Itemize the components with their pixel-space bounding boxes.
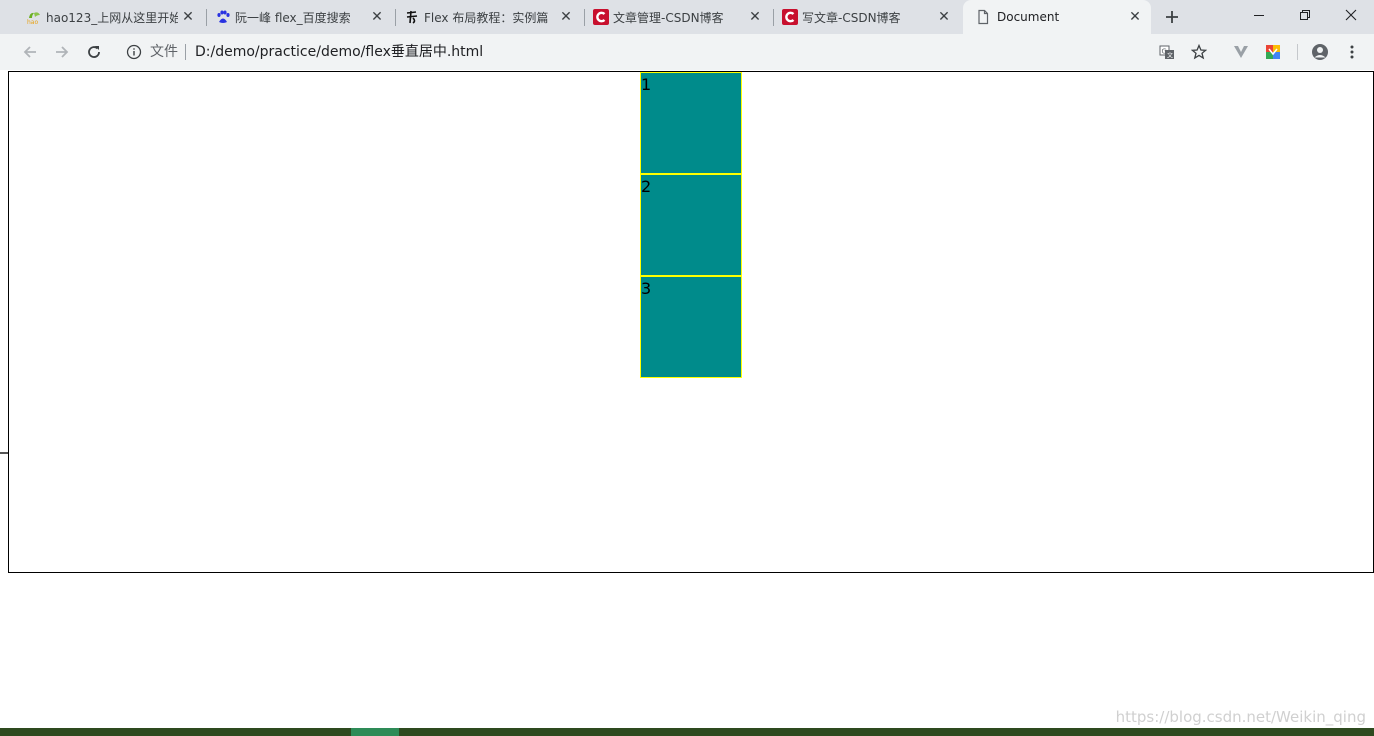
tab-strip: hao hao123_上网从这里开始 ✕ 阮一峰 flex_百度搜索 ✕ Fle (0, 0, 1374, 34)
flex-item-1: 1 (640, 72, 742, 174)
close-icon[interactable]: ✕ (936, 9, 952, 25)
close-icon[interactable]: ✕ (180, 9, 196, 25)
tab-hao123[interactable]: hao hao123_上网从这里开始 ✕ (18, 0, 204, 34)
reload-icon (88, 46, 100, 58)
csdn-icon (782, 9, 798, 25)
window-left-edge (0, 70, 8, 728)
extension-v-button[interactable] (1231, 42, 1251, 62)
close-window-button[interactable] (1328, 0, 1374, 30)
account-icon (1312, 44, 1328, 60)
address-bar[interactable]: 文件 D:/demo/practice/demo/flex垂直居中.html (114, 37, 1220, 67)
os-taskbar (0, 728, 1374, 736)
omnibox-divider (185, 44, 186, 60)
browser-toolbar: 文件 D:/demo/practice/demo/flex垂直居中.html G… (0, 34, 1374, 70)
close-icon[interactable]: ✕ (1127, 9, 1143, 25)
back-icon (23, 46, 36, 58)
flex-item-3: 3 (640, 276, 742, 378)
tab-csdn-write[interactable]: 写文章-CSDN博客 ✕ (774, 0, 960, 34)
menu-icon (1350, 45, 1354, 59)
account-button[interactable] (1310, 42, 1330, 62)
tab-document[interactable]: Document ✕ (963, 0, 1151, 34)
new-tab-button[interactable] (1159, 5, 1185, 29)
restore-button[interactable] (1282, 0, 1328, 30)
svg-text:hao: hao (27, 19, 38, 25)
extension-v-icon (1234, 46, 1248, 58)
svg-text:文: 文 (1167, 52, 1173, 60)
baidu-paw-icon (215, 9, 231, 25)
tab-label: 文章管理-CSDN博客 (613, 10, 724, 25)
flex-item-2: 2 (640, 174, 742, 276)
toolbar-divider (1297, 44, 1298, 60)
close-icon (1345, 9, 1357, 21)
taskbar-active-item[interactable] (351, 728, 399, 736)
forward-icon (56, 46, 69, 58)
extension-color-icon (1266, 45, 1280, 59)
tab-label: Document (997, 10, 1060, 24)
info-icon[interactable] (126, 44, 142, 60)
extension-color-button[interactable] (1263, 42, 1283, 62)
reload-button[interactable] (81, 39, 107, 65)
flex-container: 1 2 3 (8, 71, 1374, 573)
tab-label: 阮一峰 flex_百度搜索 (235, 10, 351, 25)
close-icon[interactable]: ✕ (369, 9, 385, 25)
plus-icon (1166, 11, 1178, 23)
page-viewport: 1 2 3 (8, 70, 1374, 728)
calligraphy-icon (404, 9, 420, 25)
document-icon (975, 9, 991, 25)
translate-icon: G 文 (1159, 45, 1174, 60)
close-icon[interactable]: ✕ (558, 9, 574, 25)
tab-label: Flex 布局教程：实例篇 (424, 10, 549, 25)
csdn-icon (593, 9, 609, 25)
star-icon (1191, 44, 1207, 60)
tab-baidu-search[interactable]: 阮一峰 flex_百度搜索 ✕ (207, 0, 393, 34)
tab-label: hao123_上网从这里开始 (46, 10, 178, 25)
security-chip-label: 文件 (150, 44, 178, 60)
translate-button[interactable]: G 文 (1157, 42, 1177, 62)
minimize-icon (1254, 15, 1264, 16)
hao123-icon: hao (26, 9, 42, 26)
restore-icon (1300, 10, 1310, 20)
edge-marker (0, 452, 8, 454)
bookmark-button[interactable] (1189, 42, 1209, 62)
back-button[interactable] (17, 39, 43, 65)
menu-button[interactable] (1342, 42, 1362, 62)
tab-csdn-article-manage[interactable]: 文章管理-CSDN博客 ✕ (585, 0, 771, 34)
close-icon[interactable]: ✕ (747, 9, 763, 25)
tab-label: 写文章-CSDN博客 (802, 10, 901, 25)
url-text[interactable]: D:/demo/practice/demo/flex垂直居中.html (195, 43, 483, 61)
watermark-text: https://blog.csdn.net/Weikin_qing (1115, 708, 1366, 726)
forward-button[interactable] (49, 39, 75, 65)
minimize-button[interactable] (1236, 0, 1282, 30)
tab-flex-tutorial[interactable]: Flex 布局教程：实例篇 ✕ (396, 0, 582, 34)
